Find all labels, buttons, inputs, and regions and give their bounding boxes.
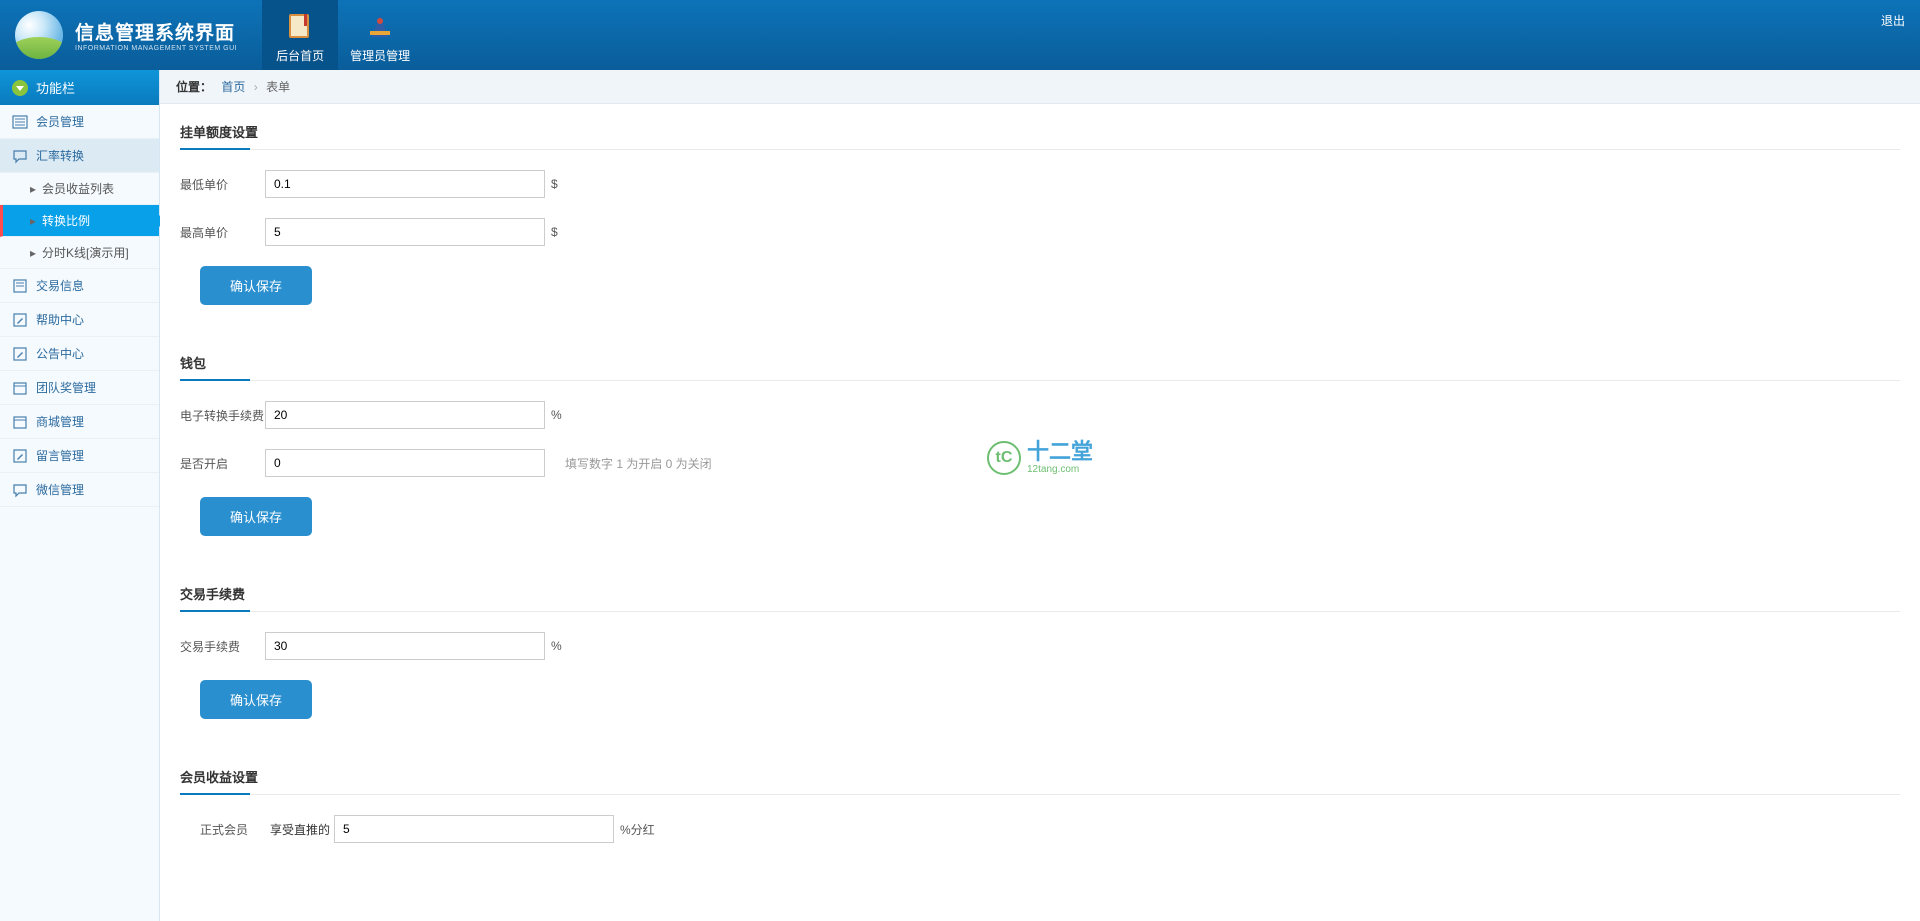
section-title: 会员收益设置 bbox=[180, 759, 1900, 795]
sidebar-item-label: 交易信息 bbox=[36, 277, 84, 294]
section-wallet: 钱包 电子转换手续费 % 是否开启 填写数字 1 为开启 0 为关闭 确认保存 bbox=[160, 335, 1920, 566]
logo-area: 信息管理系统界面 INFORMATION MANAGEMENT SYSTEM G… bbox=[0, 0, 252, 70]
top-nav-admin-label: 管理员管理 bbox=[350, 47, 410, 64]
unit-max-price: $ bbox=[551, 225, 558, 239]
breadcrumb: 位置： 首页 › 表单 bbox=[160, 70, 1920, 104]
submenu-label: 会员收益列表 bbox=[42, 180, 114, 197]
submenu-earnings-list[interactable]: ▸ 会员收益列表 bbox=[0, 173, 159, 205]
unit-min-price: $ bbox=[551, 177, 558, 191]
prefix-direct-push: 享受直推的 bbox=[270, 821, 330, 838]
header: 信息管理系统界面 INFORMATION MANAGEMENT SYSTEM G… bbox=[0, 0, 1920, 70]
input-enable[interactable] bbox=[265, 449, 545, 477]
section-transaction-fee: 交易手续费 交易手续费 % 确认保存 bbox=[160, 566, 1920, 749]
top-nav: 后台首页 管理员管理 bbox=[262, 0, 422, 70]
admin-icon bbox=[363, 9, 397, 43]
chevron-down-icon bbox=[12, 80, 28, 96]
breadcrumb-home[interactable]: 首页 bbox=[221, 80, 245, 94]
edit-icon bbox=[12, 346, 28, 362]
input-min-price[interactable] bbox=[265, 170, 545, 198]
section-title: 挂单额度设置 bbox=[180, 114, 1900, 150]
caret-right-icon: ▸ bbox=[30, 214, 36, 228]
hint-enable: 填写数字 1 为开启 0 为关闭 bbox=[565, 455, 712, 472]
breadcrumb-current: 表单 bbox=[266, 80, 290, 94]
label-enable: 是否开启 bbox=[180, 455, 265, 472]
list-icon bbox=[12, 114, 28, 130]
sidebar-item-members[interactable]: 会员管理 bbox=[0, 105, 159, 139]
unit-transfer-fee: % bbox=[551, 408, 562, 422]
content: 位置： 首页 › 表单 tC 十二堂 12tang.com 挂单额度设置 最低单… bbox=[160, 70, 1920, 921]
label-formal-member: 正式会员 bbox=[200, 821, 270, 838]
chat-icon bbox=[12, 482, 28, 498]
submenu-conversion-ratio[interactable]: ▸ 转换比例 bbox=[0, 205, 159, 237]
edit-icon bbox=[12, 448, 28, 464]
sidebar-item-wechat[interactable]: 微信管理 bbox=[0, 473, 159, 507]
chat-icon bbox=[12, 148, 28, 164]
logo-icon bbox=[15, 11, 63, 59]
input-tx-fee[interactable] bbox=[265, 632, 545, 660]
sidebar-item-mall[interactable]: 商城管理 bbox=[0, 405, 159, 439]
sidebar-item-label: 团队奖管理 bbox=[36, 379, 96, 396]
input-max-price[interactable] bbox=[265, 218, 545, 246]
sidebar-header-label: 功能栏 bbox=[36, 78, 75, 97]
section-title: 交易手续费 bbox=[180, 576, 1900, 612]
top-nav-home-label: 后台首页 bbox=[276, 47, 324, 64]
sidebar-item-label: 留言管理 bbox=[36, 447, 84, 464]
breadcrumb-sep: › bbox=[254, 80, 258, 94]
label-min-price: 最低单价 bbox=[180, 176, 265, 193]
sidebar-header[interactable]: 功能栏 bbox=[0, 70, 159, 105]
section-title: 钱包 bbox=[180, 345, 1900, 381]
submenu-label: 分时K线[演示用] bbox=[42, 244, 129, 261]
submenu-kline-demo[interactable]: ▸ 分时K线[演示用] bbox=[0, 237, 159, 269]
sidebar-item-exchange[interactable]: 汇率转换 bbox=[0, 139, 159, 173]
app-title: 信息管理系统界面 bbox=[75, 18, 237, 45]
save-button[interactable]: 确认保存 bbox=[200, 266, 312, 305]
sidebar-item-help[interactable]: 帮助中心 bbox=[0, 303, 159, 337]
save-button[interactable]: 确认保存 bbox=[200, 680, 312, 719]
sidebar-item-team-bonus[interactable]: 团队奖管理 bbox=[0, 371, 159, 405]
sidebar-item-label: 会员管理 bbox=[36, 113, 84, 130]
sidebar-item-label: 微信管理 bbox=[36, 481, 84, 498]
sidebar-item-announcements[interactable]: 公告中心 bbox=[0, 337, 159, 371]
book-icon bbox=[283, 9, 317, 43]
label-transfer-fee: 电子转换手续费 bbox=[180, 407, 265, 424]
sidebar-item-transactions[interactable]: 交易信息 bbox=[0, 269, 159, 303]
unit-tx-fee: % bbox=[551, 639, 562, 653]
sidebar-item-label: 商城管理 bbox=[36, 413, 84, 430]
label-tx-fee: 交易手续费 bbox=[180, 638, 265, 655]
top-nav-home[interactable]: 后台首页 bbox=[262, 0, 338, 70]
doc-icon bbox=[12, 278, 28, 294]
top-nav-admin[interactable]: 管理员管理 bbox=[338, 0, 422, 70]
calendar-icon bbox=[12, 380, 28, 396]
input-transfer-fee[interactable] bbox=[265, 401, 545, 429]
sidebar-item-label: 公告中心 bbox=[36, 345, 84, 362]
breadcrumb-label: 位置： bbox=[176, 80, 212, 94]
sidebar: 功能栏 会员管理 汇率转换 ▸ 会员收益列表 ▸ 转换比例 ▸ 分时K线[演示用… bbox=[0, 70, 160, 921]
sidebar-item-label: 汇率转换 bbox=[36, 147, 84, 164]
section-order-limit: 挂单额度设置 最低单价 $ 最高单价 $ 确认保存 bbox=[160, 104, 1920, 335]
sidebar-item-label: 帮助中心 bbox=[36, 311, 84, 328]
sidebar-item-messages[interactable]: 留言管理 bbox=[0, 439, 159, 473]
logo-text: 信息管理系统界面 INFORMATION MANAGEMENT SYSTEM G… bbox=[75, 18, 237, 52]
label-max-price: 最高单价 bbox=[180, 224, 265, 241]
submenu-label: 转换比例 bbox=[42, 212, 90, 229]
calendar-icon bbox=[12, 414, 28, 430]
edit-icon bbox=[12, 312, 28, 328]
unit-dividend: %分红 bbox=[620, 821, 655, 838]
save-button[interactable]: 确认保存 bbox=[200, 497, 312, 536]
caret-right-icon: ▸ bbox=[30, 182, 36, 196]
input-dividend[interactable] bbox=[334, 815, 614, 843]
app-subtitle: INFORMATION MANAGEMENT SYSTEM GUI bbox=[75, 45, 237, 52]
section-member-earnings: 会员收益设置 正式会员 享受直推的 %分红 bbox=[160, 749, 1920, 893]
logout-link[interactable]: 退出 bbox=[1881, 12, 1905, 29]
caret-right-icon: ▸ bbox=[30, 246, 36, 260]
